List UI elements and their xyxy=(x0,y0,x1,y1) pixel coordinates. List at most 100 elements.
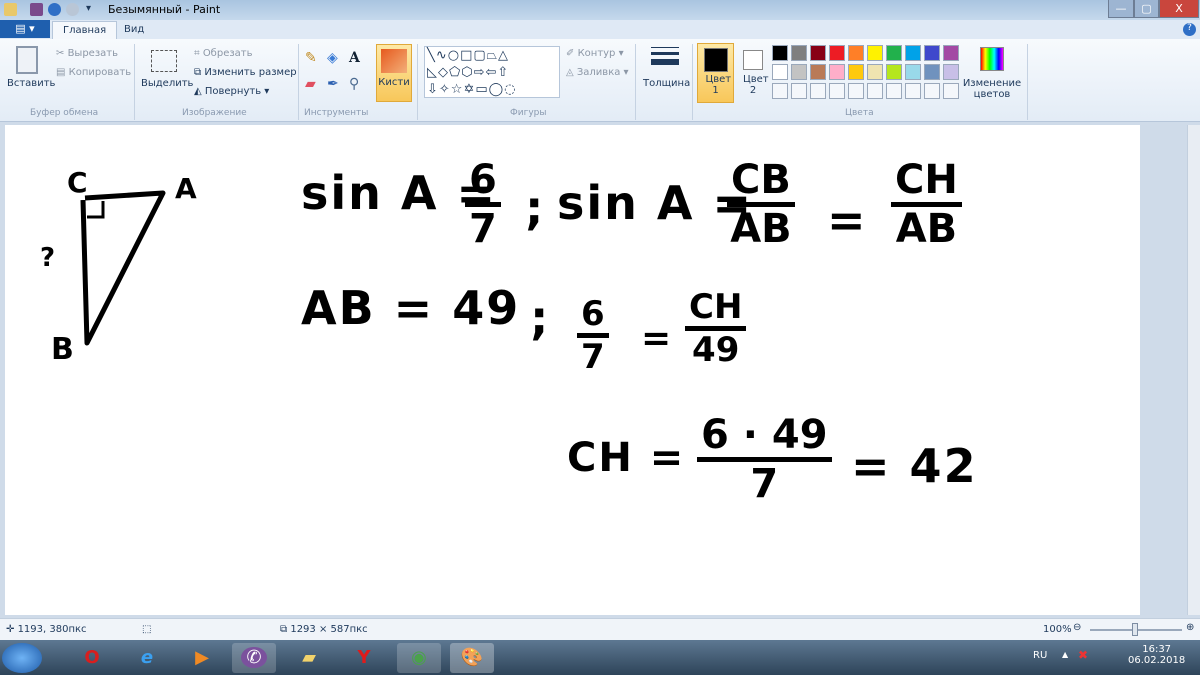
outline-button[interactable]: ✐ Контур ▾ xyxy=(566,48,624,59)
brushes-button[interactable]: Кисти xyxy=(376,44,412,102)
text-icon[interactable]: A xyxy=(349,50,360,66)
select-button[interactable]: Выделить xyxy=(141,78,193,89)
edit-colors-button[interactable]: Изменение цветов xyxy=(962,78,1022,100)
brush-icon xyxy=(381,49,407,73)
language-indicator[interactable]: RU xyxy=(1033,650,1047,661)
tab-view[interactable]: Вид xyxy=(114,21,154,39)
file-menu-button[interactable]: ▤ ▾ xyxy=(0,20,50,38)
color-swatch[interactable] xyxy=(886,64,902,80)
color-swatch[interactable] xyxy=(848,64,864,80)
cut-button[interactable]: ✂ Вырезать xyxy=(56,48,118,59)
color-swatch[interactable] xyxy=(867,64,883,80)
fraction-6x49-7: 6 · 49 7 xyxy=(697,415,832,504)
fraction-cb-ab: CB AB xyxy=(727,160,795,249)
denominator: 49 xyxy=(692,330,740,370)
ribbon-tabs xyxy=(0,20,1200,39)
drawing-canvas[interactable]: C A B ? sin A = 67 ; sin A = CB AB = CH AB… xyxy=(5,125,1140,615)
network-icon[interactable]: ✖ xyxy=(1078,648,1088,662)
yandex-browser-icon[interactable]: Y xyxy=(342,643,386,673)
outline-label: Контур ▾ xyxy=(577,48,624,59)
group-tools: Инструменты xyxy=(304,108,369,118)
maximize-button[interactable]: ▢ xyxy=(1134,0,1159,18)
color-swatch[interactable] xyxy=(791,45,807,61)
tab-home[interactable]: Главная xyxy=(52,21,118,39)
pencil-icon[interactable]: ✎ xyxy=(305,50,317,66)
fraction-6-7: 67 xyxy=(465,160,501,249)
empty-color-swatch[interactable] xyxy=(924,83,940,99)
undo-icon[interactable] xyxy=(48,3,61,16)
save-icon[interactable] xyxy=(30,3,43,16)
empty-color-swatch[interactable] xyxy=(943,83,959,99)
file-explorer-icon[interactable]: ▰ xyxy=(287,643,331,673)
divider xyxy=(134,44,135,120)
group-image: Изображение xyxy=(182,108,247,118)
color-swatch[interactable] xyxy=(867,45,883,61)
color-swatch[interactable] xyxy=(829,64,845,80)
denominator: 7 xyxy=(750,461,779,507)
rotate-button[interactable]: ◭ Повернуть ▾ xyxy=(194,86,269,97)
zoom-in-button[interactable]: ⊕ xyxy=(1186,622,1194,633)
help-icon[interactable]: ? xyxy=(1183,23,1196,36)
chrome-icon[interactable]: ◉ xyxy=(397,643,441,673)
show-hidden-icons[interactable]: ▲ xyxy=(1062,650,1068,659)
zoom-level: 100% xyxy=(1043,624,1072,635)
color-swatch[interactable] xyxy=(905,45,921,61)
selection-size: ⬚ xyxy=(142,624,152,635)
color-swatch[interactable] xyxy=(943,64,959,80)
copy-label: Копировать xyxy=(68,67,132,78)
color-swatch[interactable] xyxy=(772,45,788,61)
magnifier-icon[interactable]: ⚲ xyxy=(349,76,359,92)
vertical-scrollbar[interactable] xyxy=(1187,125,1200,615)
color-swatch[interactable] xyxy=(886,45,902,61)
close-button[interactable]: X xyxy=(1159,0,1199,18)
color-swatch[interactable] xyxy=(772,64,788,80)
redo-icon[interactable] xyxy=(66,3,79,16)
empty-color-swatch[interactable] xyxy=(867,83,883,99)
color-swatch[interactable] xyxy=(810,64,826,80)
separator: ; xyxy=(530,291,551,345)
color1-button[interactable]: Цвет 1 xyxy=(697,43,734,103)
resize-button[interactable]: ⧉ Изменить размер xyxy=(194,67,297,78)
color2-button[interactable]: Цвет 2 xyxy=(738,43,769,103)
color-swatch[interactable] xyxy=(791,64,807,80)
viber-icon[interactable]: ✆ xyxy=(232,643,276,673)
zoom-slider[interactable] xyxy=(1090,623,1182,636)
color-swatch[interactable] xyxy=(810,45,826,61)
internet-explorer-icon[interactable]: e xyxy=(125,643,169,673)
color-swatch[interactable] xyxy=(943,45,959,61)
empty-color-swatch[interactable] xyxy=(905,83,921,99)
customize-quick-access-icon[interactable]: ▾ xyxy=(86,3,91,14)
media-player-icon[interactable]: ▶ xyxy=(180,643,224,673)
color-picker-icon[interactable]: ✒ xyxy=(327,76,339,92)
color-swatch[interactable] xyxy=(905,64,921,80)
empty-color-swatch[interactable] xyxy=(829,83,845,99)
color-swatch[interactable] xyxy=(924,45,940,61)
empty-color-swatch[interactable] xyxy=(848,83,864,99)
fill-button[interactable]: ◬ Заливка ▾ xyxy=(566,67,629,78)
start-button[interactable] xyxy=(2,643,42,673)
paste-button[interactable]: Вставить xyxy=(7,78,55,89)
cursor-position: ✛ 1193, 380пкс xyxy=(6,624,87,635)
ab-equals-49: AB = 49 xyxy=(301,281,521,335)
empty-color-swatch[interactable] xyxy=(772,83,788,99)
zoom-out-button[interactable]: ⊖ xyxy=(1073,622,1081,633)
paint-app-icon[interactable] xyxy=(4,3,17,16)
empty-color-swatch[interactable] xyxy=(886,83,902,99)
copy-button[interactable]: ▤ Копировать xyxy=(56,67,131,78)
cursor-position-text: 1193, 380пкс xyxy=(17,624,87,635)
color-swatch[interactable] xyxy=(924,64,940,80)
color-swatch[interactable] xyxy=(829,45,845,61)
shapes-gallery[interactable]: ╲∿○□▢⏢△ ◺◇⬠⬡⇨⇦⇧ ⇩✧☆✡▭◯◌ xyxy=(424,46,560,98)
eraser-icon[interactable]: ▰ xyxy=(305,76,316,92)
opera-icon[interactable]: O xyxy=(70,643,114,673)
clock[interactable]: 16:37 06.02.2018 xyxy=(1128,644,1185,666)
paint-taskbar-icon[interactable]: 🎨 xyxy=(450,643,494,673)
empty-color-swatch[interactable] xyxy=(791,83,807,99)
color-swatch[interactable] xyxy=(848,45,864,61)
minimize-button[interactable]: — xyxy=(1108,0,1134,18)
size-button[interactable]: Толщина xyxy=(643,78,690,89)
crop-button[interactable]: ⌗ Обрезать xyxy=(194,48,253,59)
fill-icon[interactable]: ◈ xyxy=(327,50,338,66)
empty-color-swatch[interactable] xyxy=(810,83,826,99)
equals: = xyxy=(827,193,868,247)
